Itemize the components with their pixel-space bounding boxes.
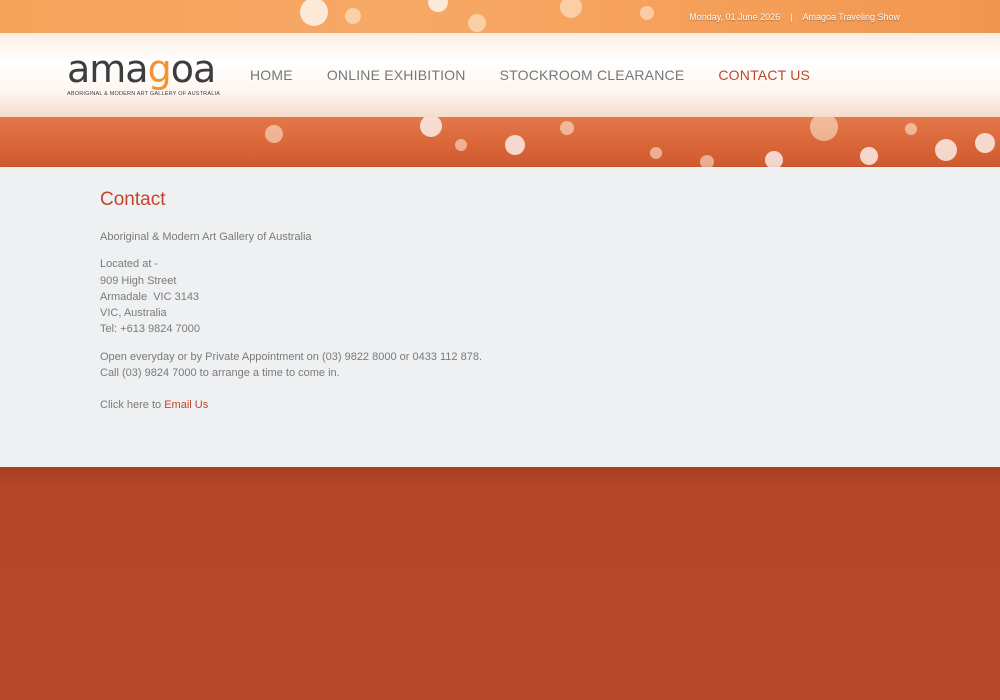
bokeh-decoration bbox=[860, 147, 878, 165]
gallery-name: Aboriginal & Modern Art Gallery of Austr… bbox=[100, 231, 312, 243]
top-strip: Monday, 01 June 2026 | Amagoa Traveling … bbox=[0, 0, 1000, 33]
footer-background bbox=[0, 467, 1000, 700]
bokeh-decoration bbox=[345, 8, 361, 24]
email-prompt: Click here to Email Us bbox=[100, 397, 900, 413]
hours-line-2: Call (03) 9824 7000 to arrange a time to… bbox=[100, 367, 340, 380]
top-utility-links: Monday, 01 June 2026 | Amagoa Traveling … bbox=[689, 12, 900, 22]
nav-contact-us[interactable]: CONTACT US bbox=[718, 67, 810, 83]
bokeh-decoration bbox=[765, 151, 783, 167]
bokeh-decoration bbox=[560, 0, 582, 18]
current-date: Monday, 01 June 2026 bbox=[689, 12, 781, 22]
separator: | bbox=[790, 12, 793, 22]
email-us-link[interactable]: Email Us bbox=[164, 399, 208, 411]
traveling-show-link[interactable]: Amagoa Traveling Show bbox=[802, 12, 900, 22]
bokeh-decoration bbox=[420, 117, 442, 137]
header: amagoa ABORIGINAL & MODERN ART GALLERY O… bbox=[0, 33, 1000, 117]
bokeh-decoration bbox=[560, 121, 574, 135]
address-block: Located at - 909 High Street Armadale VI… bbox=[100, 256, 900, 337]
bokeh-decoration bbox=[505, 135, 525, 155]
email-prefix: Click here to bbox=[100, 399, 162, 412]
bokeh-decoration bbox=[810, 117, 838, 141]
logo-word-part: oa bbox=[170, 47, 217, 91]
nav-home[interactable]: HOME bbox=[250, 67, 293, 83]
bokeh-decoration bbox=[905, 123, 917, 135]
logo-word-part: ama bbox=[67, 47, 149, 91]
bokeh-decoration bbox=[428, 0, 448, 12]
bokeh-decoration bbox=[300, 0, 328, 26]
logo-tagline: ABORIGINAL & MODERN ART GALLERY OF AUSTR… bbox=[67, 91, 221, 97]
hero-banner bbox=[0, 117, 1000, 167]
bokeh-decoration bbox=[640, 6, 654, 20]
opening-hours: Open everyday or by Private Appointment … bbox=[100, 349, 900, 382]
address-intro: Located at - bbox=[100, 258, 159, 271]
bokeh-decoration bbox=[975, 133, 995, 153]
nav-online-exhibition[interactable]: ONLINE EXHIBITION bbox=[327, 67, 466, 83]
address-suburb: Armadale VIC 3143 bbox=[100, 290, 200, 303]
bokeh-decoration bbox=[455, 139, 467, 151]
logo-wordmark: amagoa bbox=[67, 49, 217, 89]
phone-number: Tel: +613 9824 7000 bbox=[100, 323, 201, 336]
page-title: Contact bbox=[100, 189, 166, 210]
main-content: Contact Aboriginal & Modern Art Gallery … bbox=[0, 167, 1000, 467]
logo-word-accent: g bbox=[147, 47, 172, 91]
address-street: 909 High Street bbox=[100, 274, 177, 287]
bokeh-decoration bbox=[265, 125, 283, 143]
bokeh-decoration bbox=[700, 155, 714, 167]
bokeh-decoration bbox=[468, 14, 486, 32]
site-logo[interactable]: amagoa ABORIGINAL & MODERN ART GALLERY O… bbox=[67, 49, 221, 105]
main-nav: HOME ONLINE EXHIBITION STOCKROOM CLEARAN… bbox=[250, 67, 810, 83]
contact-section: Contact Aboriginal & Modern Art Gallery … bbox=[100, 189, 900, 425]
bokeh-decoration bbox=[935, 139, 957, 161]
address-state-country: VIC, Australia bbox=[100, 307, 167, 320]
hours-line-1: Open everyday or by Private Appointment … bbox=[100, 350, 482, 363]
nav-stockroom-clearance[interactable]: STOCKROOM CLEARANCE bbox=[500, 67, 685, 83]
bokeh-decoration bbox=[650, 147, 662, 159]
